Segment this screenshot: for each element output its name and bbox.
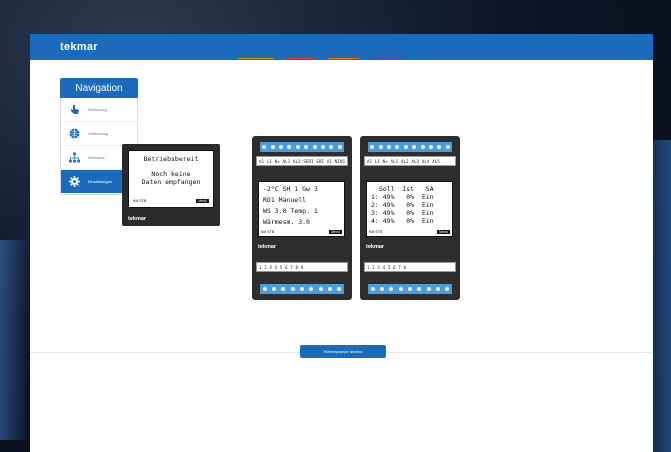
screen-line: 2: 49% 0% Ein [371, 201, 434, 209]
ambient-glow-left [0, 240, 30, 440]
screen-line: 3: 49% 0% Ein [371, 209, 434, 217]
screen-line: Soll Ist SA [371, 185, 434, 193]
menu-badge[interactable]: Menü [329, 230, 342, 234]
nav-item-label: Bedienung [88, 107, 108, 112]
controller-1-screen: -2°C SH 1 Gw 3 RO1 Manuell WS 3.0 Temp. … [258, 181, 345, 237]
terminal-row-top [368, 142, 452, 152]
menu-badge[interactable]: Menü [437, 230, 450, 234]
footer-left: tN4 STB [369, 230, 383, 234]
menu-badge[interactable]: Menü [196, 199, 209, 203]
controller-2-brand: tekmar [366, 244, 385, 250]
legend-item: Temperatur in °C [286, 52, 317, 59]
nav-item-label: Einstellungen [88, 179, 113, 184]
bottom-label-strip: 1 2 3 4 5 6 7 8 9 [256, 262, 348, 272]
controller-2-screen: Soll Ist SA 1: 49% 0% Ein 2: 49% 0% Ein … [366, 181, 453, 237]
save-button[interactable]: Wärmepumpe ändern [300, 345, 386, 358]
screen-line: -2°C SH 1 Gw 3 [263, 185, 318, 193]
display-module-brand: tekmar [128, 216, 147, 222]
legend-item: Verbindung mit Netz [238, 52, 275, 59]
controller-module-1[interactable]: A1 L1 N+ AL1 AL2 SERI EBI A1 NIKS -2°C S… [252, 136, 352, 300]
terminal-label-strip: A1 L1 N+ AL1 AL2 AL3 AL4 AL5 [364, 156, 456, 166]
gear-icon [69, 176, 80, 187]
controller-1-brand: tekmar [258, 244, 277, 250]
display-module[interactable]: Betriebsbereit Noch keine Daten empfange… [122, 144, 220, 226]
controller-module-2[interactable]: A1 L1 N+ AL1 AL2 AL3 AL4 AL5 Soll Ist SA… [360, 136, 460, 300]
nav-item-label: Netzwerk [88, 155, 105, 160]
network-tree-icon [69, 152, 80, 163]
display-line: Noch keine [151, 170, 191, 178]
screen-line: Wärmesm. 3.0 [263, 218, 310, 226]
navigation-title: Navigation [60, 78, 138, 98]
hand-pointer-icon [69, 104, 80, 115]
controller-1-footer: tN4 STB Menü [261, 230, 342, 234]
terminal-row-bottom [368, 284, 452, 294]
terminal-row-top [260, 142, 344, 152]
terminal-label-strip: A1 L1 N+ AL1 AL2 SERI EBI A1 NIKS [256, 156, 348, 166]
brand-logo[interactable]: tekmar [60, 41, 98, 53]
terminal-row-bottom [260, 284, 344, 294]
controller-2-footer: tN4 STB Menü [369, 230, 450, 234]
globe-icon [69, 128, 80, 139]
legend: Verbindung mit Netz Temperatur in °C Dig… [238, 52, 402, 59]
display-footer-left: tN4 STB [133, 199, 147, 203]
legend-item: Digitaler Ausgang [370, 52, 402, 59]
nav-item-verbindung[interactable]: Verbindung [61, 122, 137, 146]
legend-item: Digitaler Eingang [328, 52, 359, 59]
bottom-label-strip: 1 2 3 4 5 6 7 8 [364, 262, 456, 272]
screen-line: 4: 49% 0% Ein [371, 217, 434, 225]
screen-line: 1: 49% 0% Ein [371, 193, 434, 201]
nav-item-bedienung[interactable]: Bedienung [61, 98, 137, 122]
screen-line: WS 3.0 Temp. 1 [263, 207, 318, 215]
display-footer: tN4 STB Menü [133, 199, 209, 203]
footer-left: tN4 STB [261, 230, 275, 234]
display-module-screen: Betriebsbereit Noch keine Daten empfange… [128, 150, 214, 208]
nav-item-label: Verbindung [88, 131, 109, 136]
display-line: Betriebsbereit [143, 155, 199, 163]
display-line: Daten empfangen [141, 178, 201, 186]
screen-line: RO1 Manuell [263, 196, 307, 204]
